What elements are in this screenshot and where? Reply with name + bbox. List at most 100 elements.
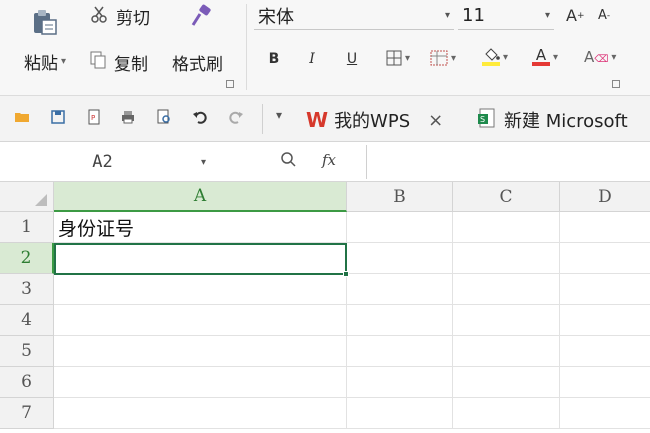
- clear-format-button[interactable]: A⌫ ▾: [584, 48, 616, 66]
- paste-label: 粘贴: [23, 54, 58, 74]
- underline-button[interactable]: U: [342, 48, 362, 70]
- cell-b4[interactable]: [347, 305, 453, 336]
- cell-d3[interactable]: [560, 274, 650, 305]
- print-preview-icon[interactable]: [156, 109, 172, 125]
- cell-d5[interactable]: [560, 336, 650, 367]
- cell-c2[interactable]: [453, 243, 560, 274]
- copy-button[interactable]: 复制: [90, 50, 148, 75]
- name-box-value: A2: [92, 152, 113, 172]
- cell-a6[interactable]: [54, 367, 347, 398]
- increase-font-size-button[interactable]: A +: [566, 6, 585, 25]
- cell-d6[interactable]: [560, 367, 650, 398]
- row-header-5[interactable]: 5: [0, 336, 54, 367]
- formula-bar: A2 ▾ fx: [0, 142, 650, 182]
- paste-icon: [30, 8, 60, 40]
- fill-color-bar: [482, 62, 500, 66]
- cell-c3[interactable]: [453, 274, 560, 305]
- cut-button[interactable]: 剪切: [90, 4, 150, 29]
- cell-b7[interactable]: [347, 398, 453, 429]
- tab-label: 新建 Microsoft: [504, 111, 628, 132]
- cell-a7[interactable]: [54, 398, 347, 429]
- eraser-icon: A⌫: [584, 48, 609, 66]
- row-header-3[interactable]: 3: [0, 274, 54, 305]
- cell-c4[interactable]: [453, 305, 560, 336]
- print-icon[interactable]: [120, 109, 136, 125]
- font-name-select[interactable]: 宋体 ▾: [254, 2, 454, 30]
- copy-label: 复制: [114, 54, 148, 75]
- font-size-value: 11: [462, 5, 485, 26]
- cell-style-icon: [430, 50, 448, 66]
- cell-style-button[interactable]: ▾: [430, 50, 456, 66]
- formula-input[interactable]: [366, 145, 650, 179]
- quick-access-divider: [262, 104, 263, 134]
- borders-button[interactable]: ▾: [386, 50, 410, 66]
- select-all-corner[interactable]: [0, 182, 54, 212]
- function-icon[interactable]: fx: [322, 151, 336, 169]
- column-header-d[interactable]: D: [560, 182, 650, 212]
- column-header-a[interactable]: A: [54, 182, 347, 212]
- chevron-down-icon: ▾: [553, 51, 559, 63]
- row-header-1[interactable]: 1: [0, 212, 54, 243]
- format-painter-label: 格式刷: [172, 54, 223, 75]
- decrease-font-size-button[interactable]: A-: [598, 8, 610, 23]
- font-color-icon: A: [535, 46, 547, 64]
- chevron-down-icon: ▾: [503, 51, 509, 63]
- customize-toolbar-icon[interactable]: ▾: [276, 108, 282, 122]
- scissors-icon: [90, 5, 108, 27]
- open-folder-icon[interactable]: [14, 109, 30, 125]
- fill-color-button[interactable]: ▾: [482, 48, 508, 66]
- cell-c7[interactable]: [453, 398, 560, 429]
- font-color-button[interactable]: A ▾: [532, 48, 558, 66]
- row-header-2[interactable]: 2: [0, 243, 54, 274]
- paste-button[interactable]: 粘贴 ▾: [14, 4, 76, 90]
- cell-a4[interactable]: [54, 305, 347, 336]
- cell-c5[interactable]: [453, 336, 560, 367]
- cell-b5[interactable]: [347, 336, 453, 367]
- row-header-7[interactable]: 7: [0, 398, 54, 429]
- cell-a1[interactable]: 身份证号: [54, 212, 347, 243]
- chevron-down-icon: ▾: [544, 10, 550, 21]
- redo-icon[interactable]: [228, 109, 244, 125]
- cell-d4[interactable]: [560, 305, 650, 336]
- italic-button[interactable]: I: [302, 48, 322, 70]
- cell-b3[interactable]: [347, 274, 453, 305]
- font-size-select[interactable]: 11 ▾: [458, 2, 554, 30]
- svg-text:P: P: [91, 114, 95, 122]
- font-dialog-launcher-icon[interactable]: [612, 80, 620, 88]
- column-header-c[interactable]: C: [453, 182, 560, 212]
- format-painter-button[interactable]: 格式刷: [172, 50, 223, 75]
- spreadsheet-grid: A B C D 1 2 3 4 5 6 7 身份证号: [0, 182, 650, 433]
- cell-a5[interactable]: [54, 336, 347, 367]
- name-box[interactable]: A2 ▾: [4, 147, 210, 177]
- tab-my-wps[interactable]: W 我的WPS ×: [306, 100, 443, 140]
- cell-c1[interactable]: [453, 212, 560, 243]
- chevron-down-icon: ▾: [444, 10, 450, 21]
- cell-a3[interactable]: [54, 274, 347, 305]
- export-pdf-icon[interactable]: P: [86, 109, 102, 125]
- chevron-down-icon: ▾: [451, 52, 457, 64]
- format-painter-icon[interactable]: [188, 4, 214, 28]
- wps-logo-icon: W: [306, 108, 329, 132]
- fill-handle[interactable]: [343, 271, 349, 277]
- bold-button[interactable]: B: [264, 48, 284, 70]
- row-header-4[interactable]: 4: [0, 305, 54, 336]
- tab-new-workbook[interactable]: S 新建 Microsoft: [478, 100, 628, 140]
- cell-c6[interactable]: [453, 367, 560, 398]
- chevron-down-icon: ▾: [405, 52, 411, 64]
- paste-dropdown-icon[interactable]: ▾: [61, 56, 66, 67]
- cell-b6[interactable]: [347, 367, 453, 398]
- close-tab-icon[interactable]: ×: [428, 110, 443, 131]
- cell-d2[interactable]: [560, 243, 650, 274]
- zoom-icon[interactable]: [280, 151, 296, 171]
- cell-d1[interactable]: [560, 212, 650, 243]
- row-header-6[interactable]: 6: [0, 367, 54, 398]
- cell-b1[interactable]: [347, 212, 453, 243]
- chevron-down-icon: ▾: [611, 51, 617, 63]
- cell-d7[interactable]: [560, 398, 650, 429]
- save-icon[interactable]: [50, 109, 66, 125]
- undo-icon[interactable]: [192, 109, 208, 125]
- cell-b2[interactable]: [347, 243, 453, 274]
- column-header-b[interactable]: B: [347, 182, 453, 212]
- spreadsheet-icon: S: [478, 108, 496, 133]
- clipboard-dialog-launcher-icon[interactable]: [226, 80, 234, 88]
